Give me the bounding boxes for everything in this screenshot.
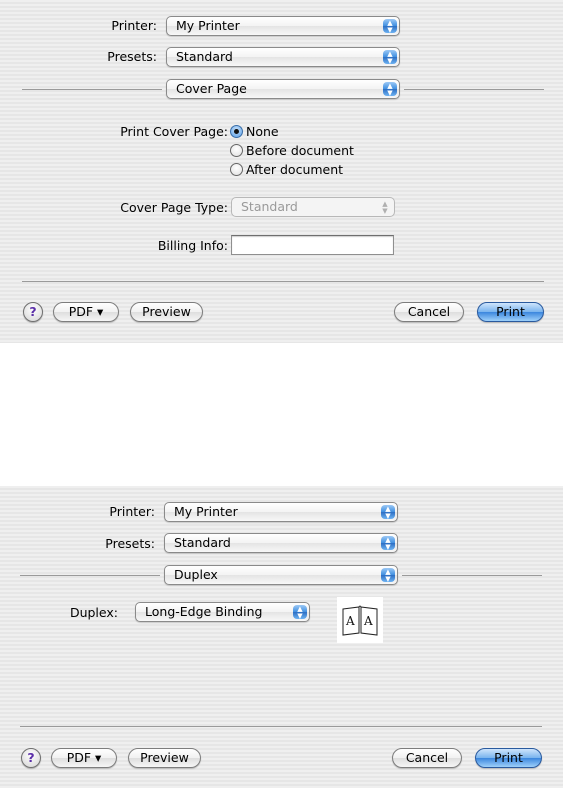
popup-arrows-icon: ▲ ▼ <box>382 200 388 215</box>
radio-label-after-document: After document <box>246 162 344 177</box>
pane-popup[interactable]: Duplex ▲ ▼ <box>164 565 398 585</box>
separator-left <box>22 89 162 90</box>
duplex-value: Long-Edge Binding <box>145 604 263 619</box>
cover-page-type-value: Standard <box>241 199 298 214</box>
cancel-button[interactable]: Cancel <box>392 748 462 768</box>
print-dialog-duplex: Printer: My Printer ▲ ▼ Presets: Standard… <box>0 486 563 788</box>
radio-button-selected[interactable] <box>230 125 243 138</box>
presets-label: Presets: <box>105 536 155 551</box>
duplex-popup[interactable]: Long-Edge Binding ▲ ▼ <box>135 602 310 622</box>
popup-arrows-icon: ▲ ▼ <box>293 605 307 620</box>
pane-popup[interactable]: Cover Page ▲ ▼ <box>166 79 400 99</box>
print-button[interactable]: Print <box>477 302 544 322</box>
popup-arrows-icon: ▲ ▼ <box>383 19 397 34</box>
bottom-separator <box>22 281 544 282</box>
bottom-separator <box>20 726 542 727</box>
radio-button[interactable] <box>230 144 243 157</box>
popup-arrows-icon: ▲ ▼ <box>381 536 395 551</box>
presets-value: Standard <box>174 535 231 550</box>
print-cover-page-label: Print Cover Page: <box>120 124 228 139</box>
presets-label: Presets: <box>107 49 157 64</box>
separator-right <box>404 89 544 90</box>
cancel-button[interactable]: Cancel <box>394 302 464 322</box>
separator-right <box>402 575 542 576</box>
pdf-button[interactable]: PDF ▾ <box>53 302 119 322</box>
radio-none[interactable]: None <box>230 124 380 140</box>
preview-button[interactable]: Preview <box>130 302 203 322</box>
separator-left <box>20 575 160 576</box>
pane-value: Duplex <box>174 567 218 582</box>
printer-popup[interactable]: My Printer ▲ ▼ <box>166 16 400 36</box>
billing-info-field[interactable] <box>231 235 394 255</box>
popup-arrows-icon: ▲ ▼ <box>383 50 397 65</box>
radio-after-document[interactable]: After document <box>230 162 380 178</box>
printer-label: Printer: <box>111 18 157 33</box>
presets-popup[interactable]: Standard ▲ ▼ <box>166 47 400 67</box>
printer-value: My Printer <box>174 504 238 519</box>
radio-label-before-document: Before document <box>246 143 354 158</box>
print-button[interactable]: Print <box>475 748 542 768</box>
presets-popup[interactable]: Standard ▲ ▼ <box>164 533 398 553</box>
popup-arrows-icon: ▲ ▼ <box>383 82 397 97</box>
printer-popup[interactable]: My Printer ▲ ▼ <box>164 502 398 522</box>
help-button[interactable]: ? <box>21 748 41 768</box>
preview-button[interactable]: Preview <box>128 748 201 768</box>
help-button[interactable]: ? <box>23 302 43 322</box>
open-book-icon: A A <box>337 597 383 643</box>
cover-page-type-popup: Standard ▲ ▼ <box>231 197 395 217</box>
printer-value: My Printer <box>176 18 240 33</box>
cover-page-type-label: Cover Page Type: <box>120 200 228 215</box>
radio-label-none: None <box>246 124 279 139</box>
print-dialog-cover-page: Printer: My Printer ▲ ▼ Presets: Standard… <box>0 0 563 343</box>
popup-arrows-icon: ▲ ▼ <box>381 568 395 583</box>
duplex-label: Duplex: <box>69 605 118 620</box>
pane-value: Cover Page <box>176 81 247 96</box>
popup-arrows-icon: ▲ ▼ <box>381 505 395 520</box>
printer-label: Printer: <box>109 504 155 519</box>
duplex-icon-letter: A <box>345 614 355 628</box>
presets-value: Standard <box>176 49 233 64</box>
pdf-button[interactable]: PDF ▾ <box>51 748 117 768</box>
radio-before-document[interactable]: Before document <box>230 143 380 159</box>
billing-info-label: Billing Info: <box>157 238 228 253</box>
radio-button[interactable] <box>230 163 243 176</box>
duplex-icon-letter: A <box>363 614 373 628</box>
